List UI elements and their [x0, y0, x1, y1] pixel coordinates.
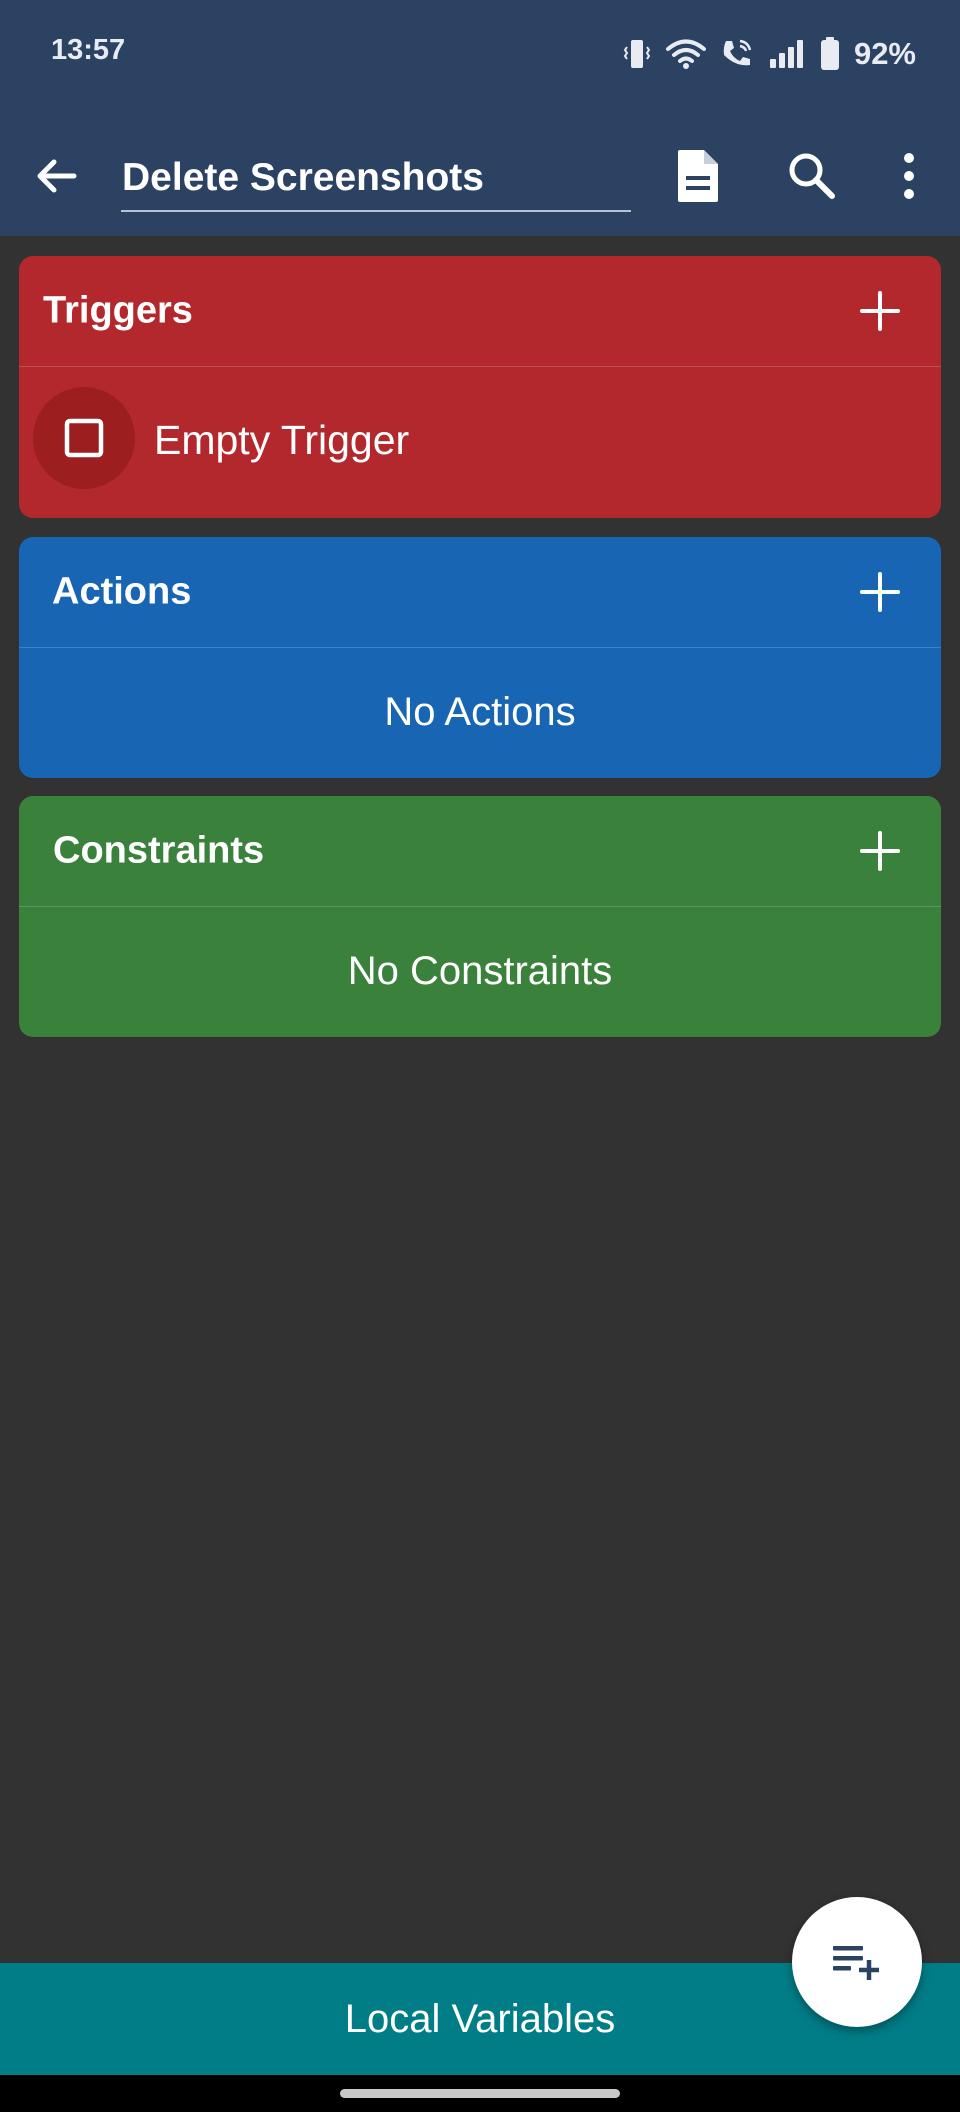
trigger-icon-circle: [33, 387, 135, 489]
triggers-header: Triggers: [19, 256, 941, 366]
actions-empty-text: No Actions: [384, 689, 576, 734]
macro-name-input[interactable]: Delete Screenshots: [121, 146, 631, 212]
back-button[interactable]: [30, 150, 82, 202]
actions-card: Actions No Actions: [19, 537, 941, 778]
search-button[interactable]: [784, 148, 840, 204]
vibrate-icon: [622, 37, 652, 71]
more-options-button[interactable]: [892, 148, 926, 204]
checkbox-outline-icon: [64, 418, 104, 458]
wifi-call-icon: [720, 37, 754, 71]
search-icon: [789, 153, 835, 199]
signal-icon: [768, 39, 806, 69]
macro-name-text: Delete Screenshots: [122, 156, 484, 199]
add-constraint-button[interactable]: [859, 830, 901, 872]
plus-icon: [860, 291, 900, 331]
gesture-nav-bar: [0, 2075, 960, 2112]
constraints-empty-text: No Constraints: [347, 948, 613, 993]
actions-header: Actions: [19, 537, 941, 647]
trigger-item[interactable]: Empty Trigger: [19, 367, 941, 518]
battery-icon: [820, 37, 840, 71]
actions-title: Actions: [52, 570, 192, 613]
status-bar: 13:57 92%: [0, 0, 960, 110]
triggers-card: Triggers Empty Trigger: [19, 256, 941, 518]
constraints-card: Constraints No Constraints: [19, 796, 941, 1037]
more-vert-icon: [904, 153, 914, 199]
constraints-header: Constraints: [19, 796, 941, 906]
wifi-icon: [665, 38, 706, 70]
status-time: 13:57: [51, 34, 126, 66]
back-arrow-icon: [37, 159, 77, 193]
plus-icon: [860, 572, 900, 612]
app-bar: Delete Screenshots: [0, 110, 960, 236]
home-indicator[interactable]: [340, 2089, 620, 2098]
constraints-title: Constraints: [53, 829, 265, 872]
status-icons: 92%: [622, 34, 916, 74]
document-button[interactable]: [672, 146, 724, 206]
document-icon: [678, 150, 718, 202]
add-action-button[interactable]: [859, 571, 901, 613]
playlist-add-icon: [833, 1946, 879, 1980]
triggers-title: Triggers: [43, 289, 193, 332]
add-trigger-button[interactable]: [859, 290, 901, 332]
trigger-label: Empty Trigger: [154, 417, 410, 463]
battery-percent: 92%: [853, 36, 916, 71]
add-to-list-fab[interactable]: [792, 1897, 922, 2027]
plus-icon: [860, 831, 900, 871]
